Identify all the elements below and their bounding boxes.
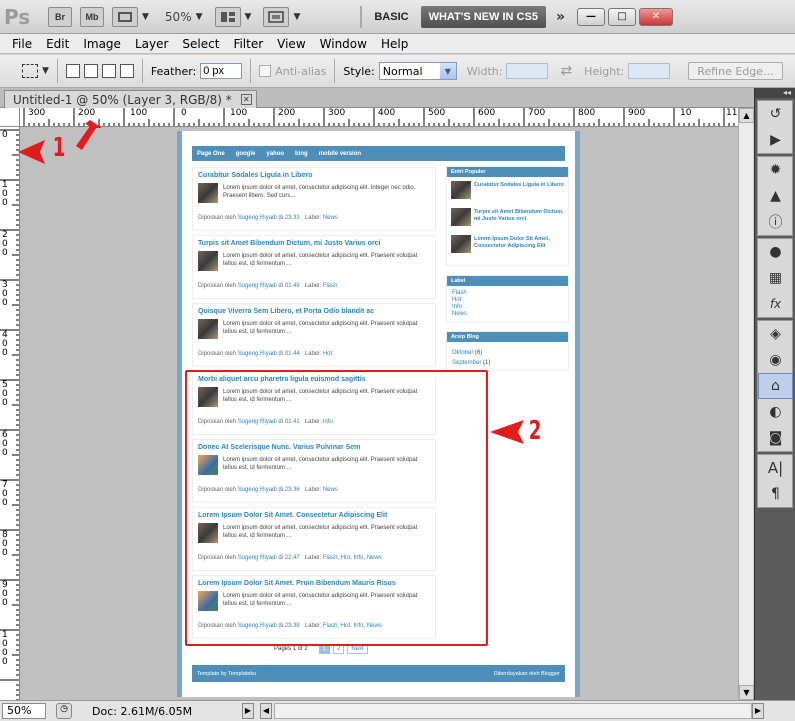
histogram-panel-icon[interactable]: ▲ bbox=[758, 183, 793, 209]
annotation-number-one: 1 bbox=[52, 133, 66, 163]
panel-collapse-icon[interactable]: ◂◂ bbox=[755, 88, 795, 98]
panel-group: ● ▦ fx bbox=[757, 238, 793, 318]
color-panel-icon[interactable]: ● bbox=[758, 239, 793, 265]
navigator-panel-icon[interactable]: ✹ bbox=[758, 157, 793, 183]
annotation-arrow-two-icon bbox=[490, 420, 524, 444]
status-zoom-field[interactable]: 50% bbox=[2, 703, 46, 719]
status-bar: 50% ◷ Doc: 2.61M/6.05M ▶ ◀ ▶ bbox=[0, 700, 795, 721]
info-panel-icon[interactable]: ⓘ bbox=[758, 209, 793, 235]
scroll-left-icon[interactable]: ◀ bbox=[260, 703, 272, 719]
swatches-panel-icon[interactable]: ▦ bbox=[758, 265, 793, 291]
masks-panel-icon[interactable]: ◙ bbox=[758, 425, 793, 451]
channels-panel-icon[interactable]: ◉ bbox=[758, 347, 793, 373]
panel-dock: ◂◂ ↺ ▶ ✹ ▲ ⓘ ● ▦ fx ◈ ◉ ⌂ ◐ ◙ A| ¶ bbox=[754, 88, 795, 700]
layers-panel-icon[interactable]: ◈ bbox=[758, 321, 793, 347]
annotation-overlay bbox=[18, 120, 524, 444]
annotation-arrow-up-icon bbox=[76, 120, 102, 150]
annotation-arrow-left-icon bbox=[18, 140, 45, 164]
status-menu-arrow-icon[interactable]: ▶ bbox=[242, 703, 254, 719]
panel-group: ✹ ▲ ⓘ bbox=[757, 156, 793, 236]
annotation-number-two: 2 bbox=[528, 416, 542, 446]
adjustments-panel-icon[interactable]: ◐ bbox=[758, 399, 793, 425]
character-panel-icon[interactable]: A| bbox=[758, 455, 793, 481]
history-panel-icon[interactable]: ↺ bbox=[758, 101, 793, 127]
paragraph-panel-icon[interactable]: ¶ bbox=[758, 481, 793, 507]
horizontal-scrollbar[interactable] bbox=[274, 703, 752, 719]
panel-group: ↺ ▶ bbox=[757, 100, 793, 154]
scroll-right-icon[interactable]: ▶ bbox=[752, 703, 764, 719]
actions-panel-icon[interactable]: ▶ bbox=[758, 127, 793, 153]
document-size-info: Doc: 2.61M/6.05M bbox=[92, 704, 193, 718]
panel-group: A| ¶ bbox=[757, 454, 793, 508]
styles-panel-icon[interactable]: fx bbox=[758, 291, 793, 317]
paths-panel-icon[interactable]: ⌂ bbox=[758, 373, 793, 399]
panel-group: ◈ ◉ ⌂ ◐ ◙ bbox=[757, 320, 793, 452]
status-info-icon[interactable]: ◷ bbox=[56, 703, 72, 719]
